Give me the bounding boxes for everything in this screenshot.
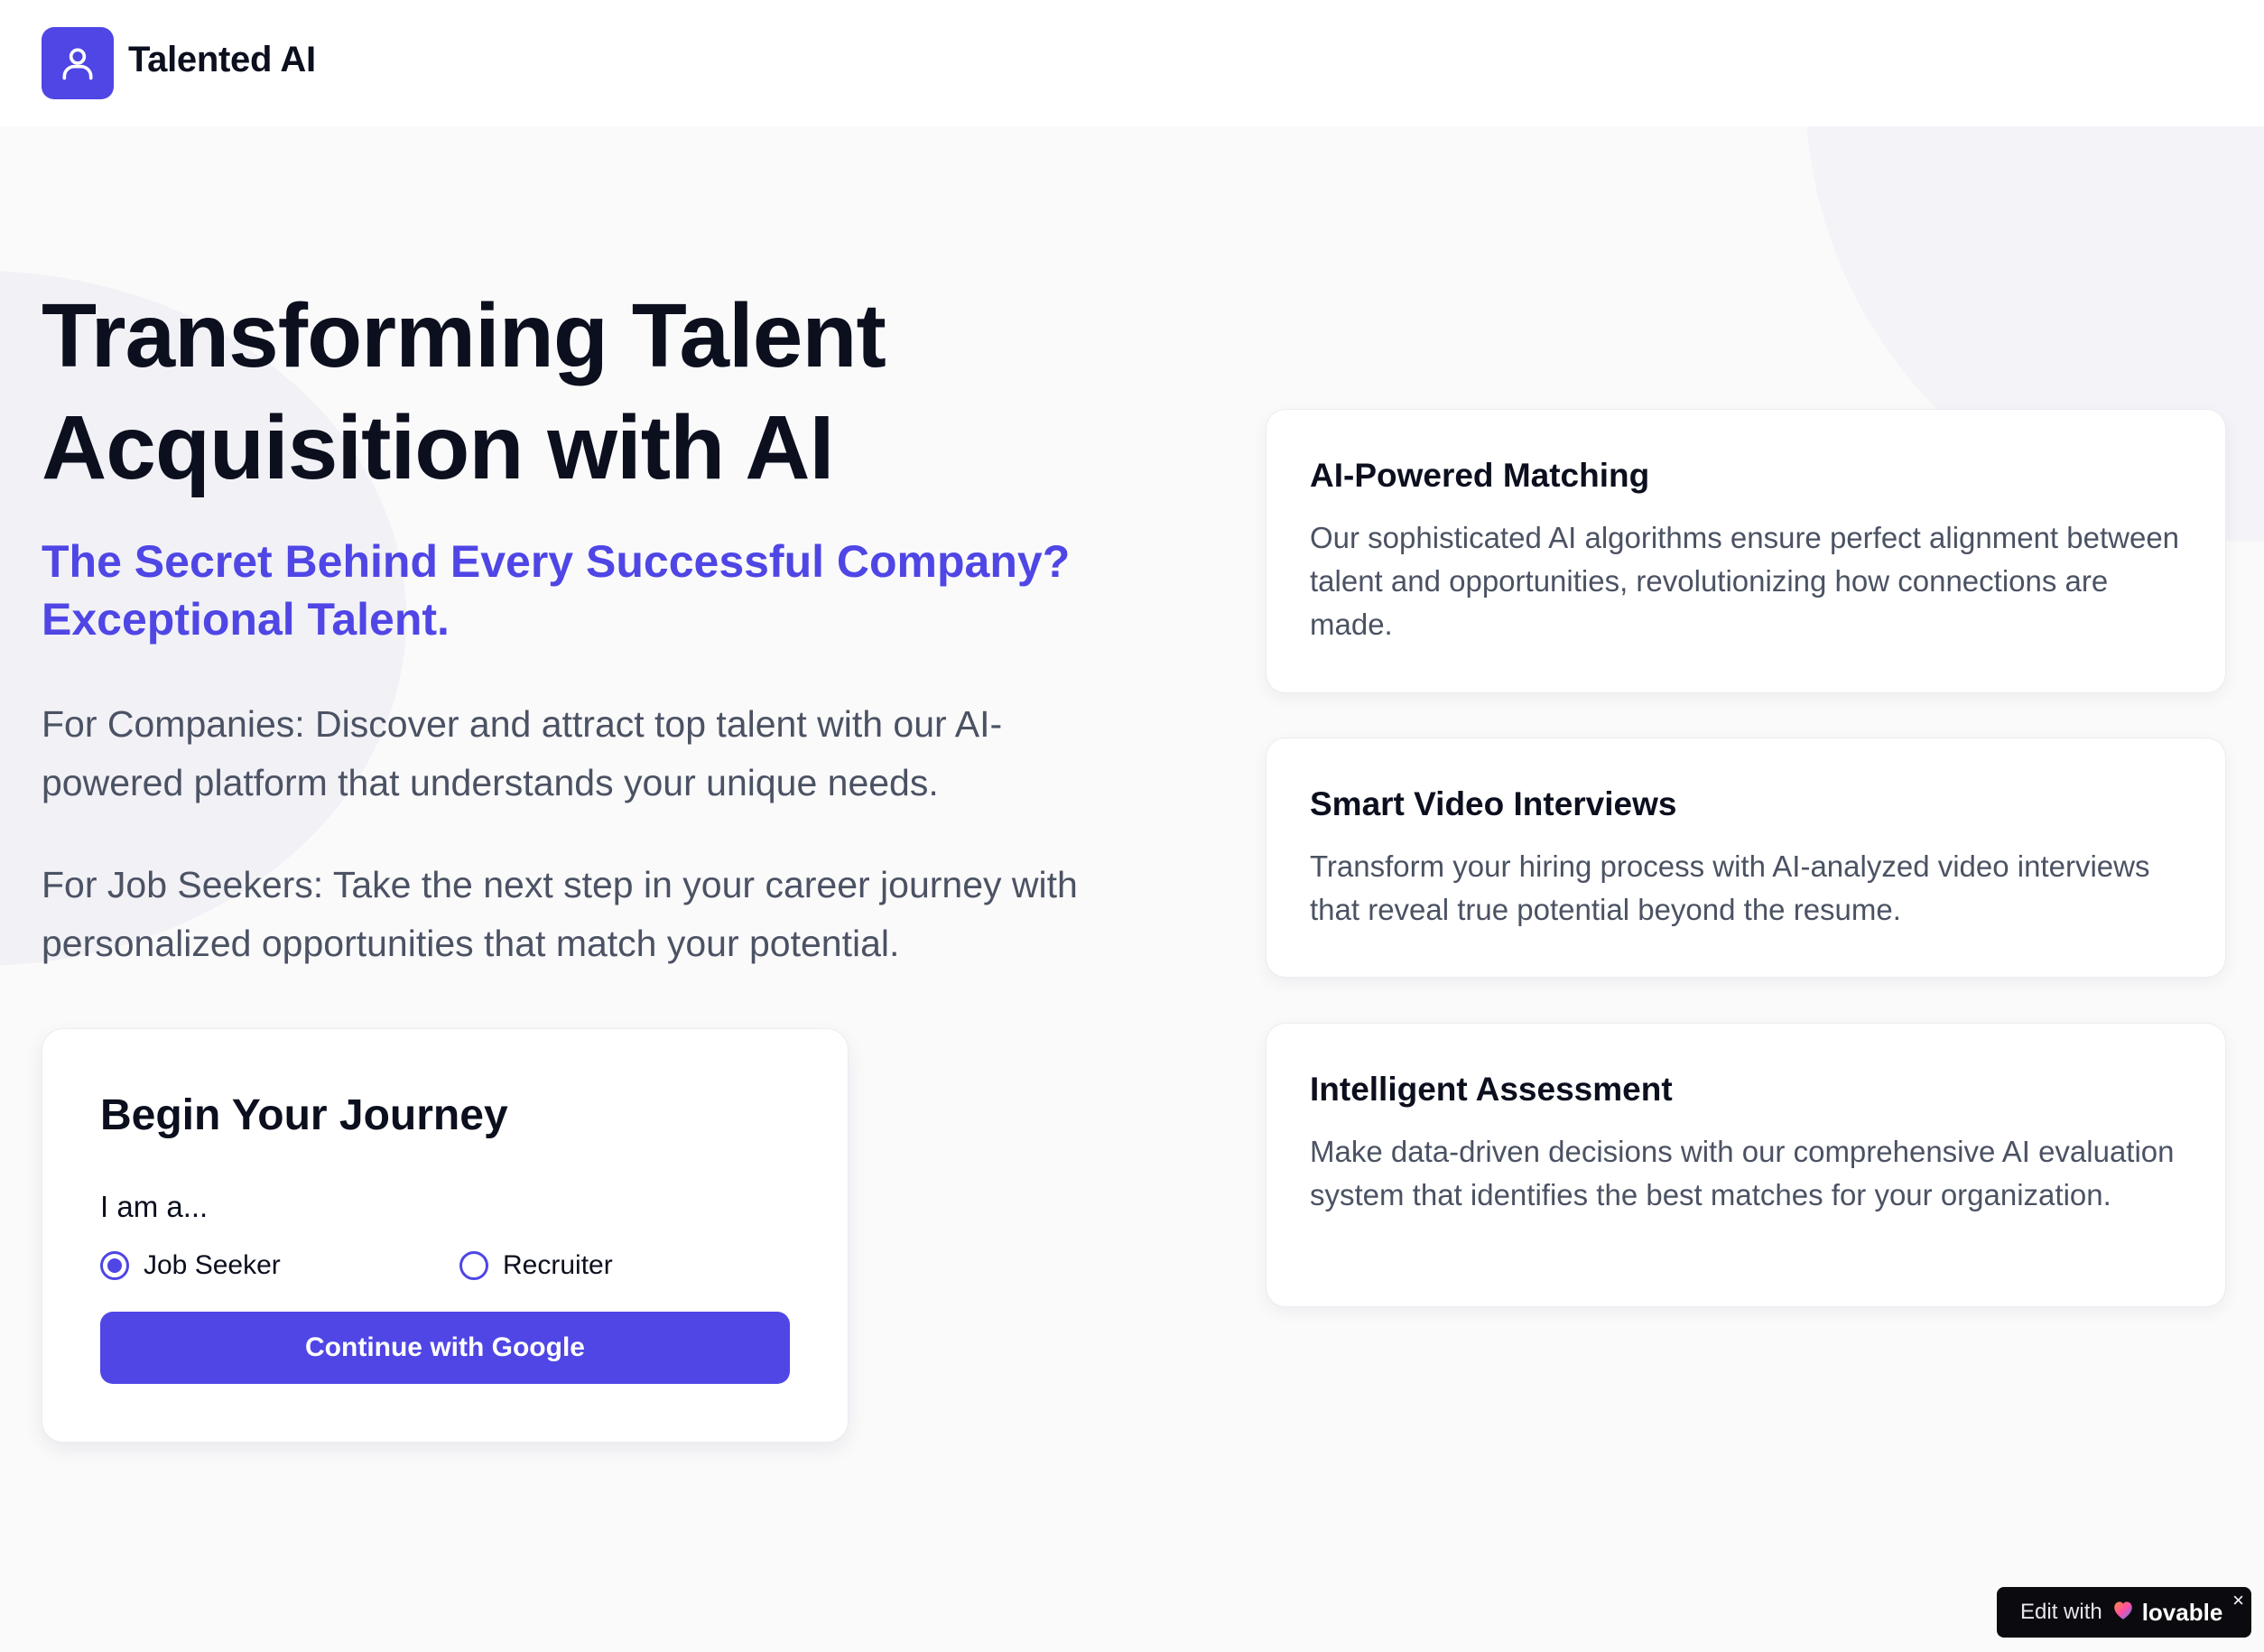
- role-option-job-seeker[interactable]: Job Seeker: [100, 1248, 281, 1284]
- user-icon: [62, 48, 93, 80]
- hero-subtitle: The Secret Behind Every Successful Compa…: [42, 536, 1071, 645]
- job-seekers-paragraph: For Job Seekers: Take the next step in y…: [42, 864, 1078, 964]
- brand-name[interactable]: Talented AI: [128, 40, 316, 80]
- feature-title: Smart Video Interviews: [1310, 785, 1677, 822]
- journey-title: Begin Your Journey: [100, 1091, 508, 1139]
- radio-selected-dot: [107, 1258, 122, 1273]
- radio-label-recruiter: Recruiter: [503, 1250, 613, 1280]
- heart-icon: [2111, 1599, 2135, 1627]
- feature-card-video-interviews: Smart Video Interviews Transform your hi…: [1266, 738, 2226, 978]
- feature-title: AI-Powered Matching: [1310, 457, 1650, 494]
- badge-brand: lovable: [2141, 1598, 2223, 1626]
- feature-card-ai-matching: AI-Powered Matching Our sophisticated AI…: [1266, 409, 2226, 693]
- continue-with-google-button[interactable]: Continue with Google: [100, 1312, 790, 1384]
- edit-with-lovable-badge[interactable]: Edit with lovable ×: [1997, 1587, 2251, 1638]
- feature-card-intelligent-assessment: Intelligent Assessment Make data-driven …: [1266, 1023, 2226, 1307]
- main-content: Transforming Talent Acquisition with AI …: [0, 126, 2264, 1652]
- feature-description: Our sophisticated AI algorithms ensure p…: [1310, 521, 2180, 641]
- radio-button-job-seeker[interactable]: [100, 1251, 129, 1280]
- top-header: Talented AI: [0, 0, 2264, 126]
- app-logo[interactable]: [42, 27, 114, 99]
- radio-label-job-seeker: Job Seeker: [144, 1250, 281, 1280]
- hero-title: Transforming Talent Acquisition with AI: [42, 285, 886, 498]
- feature-description: Make data-driven decisions with our comp…: [1310, 1135, 2175, 1211]
- role-option-recruiter[interactable]: Recruiter: [459, 1248, 613, 1284]
- feature-description: Transform your hiring process with AI-an…: [1310, 849, 2150, 926]
- companies-paragraph: For Companies: Discover and attract top …: [42, 703, 1003, 803]
- close-icon[interactable]: ×: [2232, 1589, 2244, 1612]
- role-label: I am a...: [100, 1190, 209, 1223]
- radio-button-recruiter[interactable]: [459, 1251, 488, 1280]
- begin-journey-card: Begin Your Journey I am a... Job Seeker …: [42, 1028, 849, 1443]
- feature-title: Intelligent Assessment: [1310, 1071, 1673, 1108]
- badge-prefix: Edit with: [2020, 1600, 2102, 1624]
